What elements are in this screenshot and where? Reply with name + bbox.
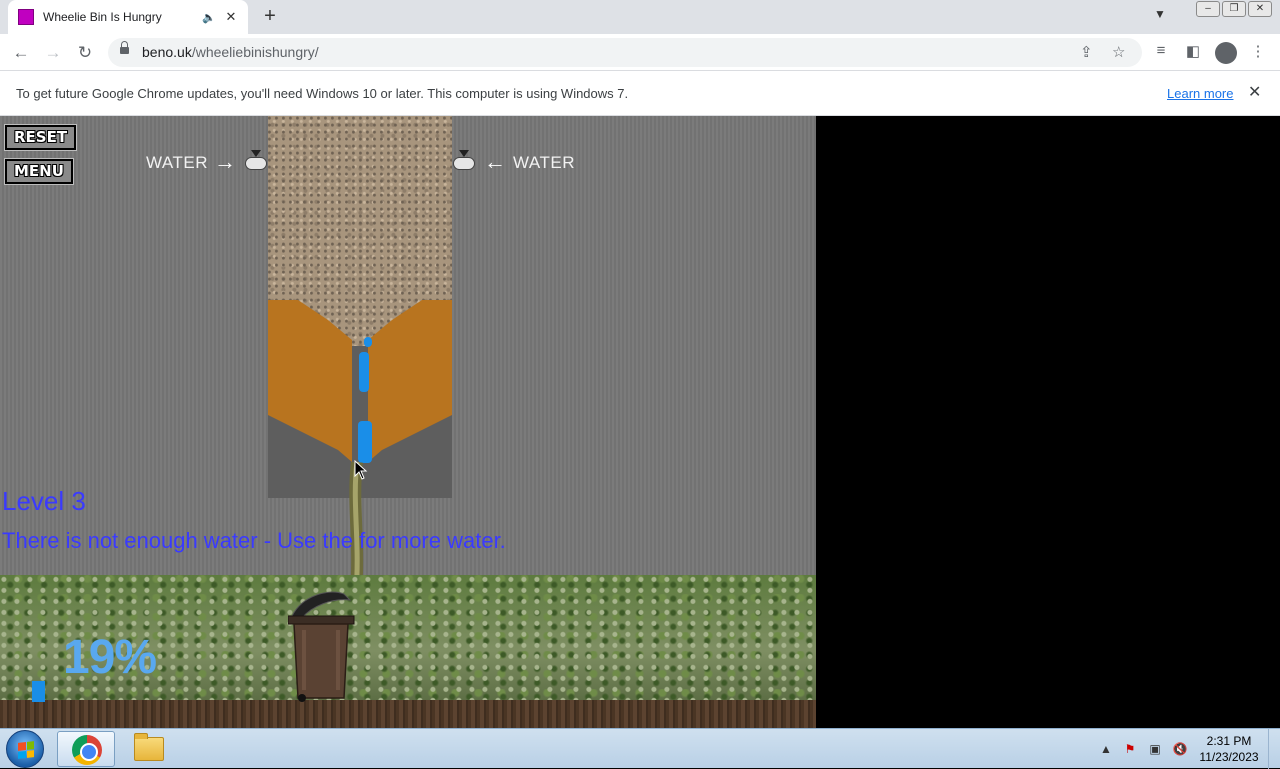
- fill-percentage: 19%: [63, 631, 157, 684]
- speaker-icon[interactable]: 🔈: [202, 11, 216, 24]
- volume-muted-icon[interactable]: 🔇: [1172, 741, 1188, 757]
- minimize-button[interactable]: –: [1196, 1, 1220, 17]
- valve-handle-icon: [459, 150, 469, 157]
- infobar-close-icon[interactable]: ✕: [1248, 82, 1261, 102]
- profile-avatar-icon[interactable]: [1215, 42, 1237, 64]
- water-droplet: [358, 421, 372, 463]
- water-level-gauge: [32, 674, 45, 702]
- taskbar-explorer-button[interactable]: [120, 731, 178, 767]
- forward-arrow-icon[interactable]: →: [40, 40, 66, 66]
- empty-viewport-area: [816, 116, 1280, 728]
- browser-toolbar: ← → ↻ beno.uk/wheeliebinishungry/ ⇪ ☆ ≡ …: [0, 34, 1280, 71]
- new-tab-button[interactable]: +: [258, 5, 282, 29]
- reload-icon[interactable]: ↻: [72, 40, 98, 66]
- tab-title: Wheelie Bin Is Hungry: [43, 10, 162, 24]
- address-bar[interactable]: beno.uk/wheeliebinishungry/ ⇪ ☆: [108, 38, 1142, 67]
- water-valve-right[interactable]: [450, 150, 476, 170]
- update-infobar: To get future Google Chrome updates, you…: [0, 71, 1280, 116]
- mouse-cursor-icon: [354, 460, 368, 480]
- chrome-icon: [72, 735, 102, 765]
- hint-message: There is not enough water - Use the for …: [2, 528, 506, 553]
- window-controls: – ❐ ✕: [1196, 1, 1272, 17]
- browser-tab[interactable]: Wheelie Bin Is Hungry 🔈 ✕: [8, 0, 248, 34]
- system-clock[interactable]: 2:31 PM 11/23/2023: [1192, 733, 1266, 765]
- windows-taskbar: ▲ ⚑ ▣ 🔇 2:31 PM 11/23/2023: [0, 728, 1280, 769]
- infobar-message: To get future Google Chrome updates, you…: [16, 86, 629, 101]
- clock-date: 11/23/2023: [1199, 750, 1259, 764]
- ground-strip: [0, 700, 816, 728]
- water-level-fill: [32, 681, 45, 702]
- water-droplet: [359, 352, 369, 392]
- close-window-button[interactable]: ✕: [1248, 1, 1272, 17]
- clock-time: 2:31 PM: [1206, 734, 1252, 748]
- game-canvas[interactable]: RESET MENU WATER → ← WATER Level 3 There…: [0, 116, 816, 728]
- restore-button[interactable]: ❐: [1222, 1, 1246, 17]
- water-label-left: WATER: [146, 153, 208, 172]
- level-indicator: Level 3: [2, 486, 86, 516]
- wheelie-bin[interactable]: [288, 586, 358, 702]
- media-control-icon[interactable]: ≡: [1150, 42, 1172, 64]
- lock-icon[interactable]: [120, 41, 129, 57]
- show-desktop-button[interactable]: [1268, 729, 1280, 769]
- file-explorer-icon: [134, 733, 164, 761]
- tab-search-chevron-down-icon[interactable]: ▼: [1150, 7, 1170, 27]
- reset-button[interactable]: RESET: [3, 124, 78, 151]
- start-button[interactable]: [6, 730, 44, 768]
- back-arrow-icon[interactable]: ←: [8, 40, 34, 66]
- tap-icon: [245, 157, 267, 170]
- water-droplet: [364, 337, 372, 347]
- site-favicon-icon: [18, 9, 34, 25]
- tap-icon: [453, 157, 475, 170]
- more-menu-icon[interactable]: ⋮: [1247, 42, 1269, 64]
- share-icon[interactable]: ⇪: [1080, 43, 1093, 61]
- tab-strip: Wheelie Bin Is Hungry 🔈 ✕ + ▼ – ❐ ✕: [0, 0, 1280, 34]
- valve-handle-icon: [251, 150, 261, 157]
- action-center-icon[interactable]: ⚑: [1122, 741, 1138, 757]
- network-icon[interactable]: ▣: [1147, 741, 1163, 757]
- water-label-right: WATER: [513, 153, 575, 172]
- taskbar-chrome-button[interactable]: [57, 731, 115, 767]
- water-valve-left[interactable]: [242, 150, 268, 170]
- bookmark-star-icon[interactable]: ☆: [1112, 43, 1125, 61]
- menu-button[interactable]: MENU: [4, 158, 74, 185]
- windows-logo-icon: [18, 741, 34, 759]
- arrow-right-icon: →: [214, 149, 236, 174]
- arrow-left-icon: ←: [484, 149, 506, 174]
- show-hidden-icons-icon[interactable]: ▲: [1098, 741, 1114, 757]
- url-text: beno.uk/wheeliebinishungry/: [142, 44, 319, 60]
- side-panel-icon[interactable]: ◧: [1182, 42, 1204, 64]
- tab-close-icon[interactable]: ✕: [224, 9, 238, 25]
- learn-more-link[interactable]: Learn more: [1167, 86, 1233, 101]
